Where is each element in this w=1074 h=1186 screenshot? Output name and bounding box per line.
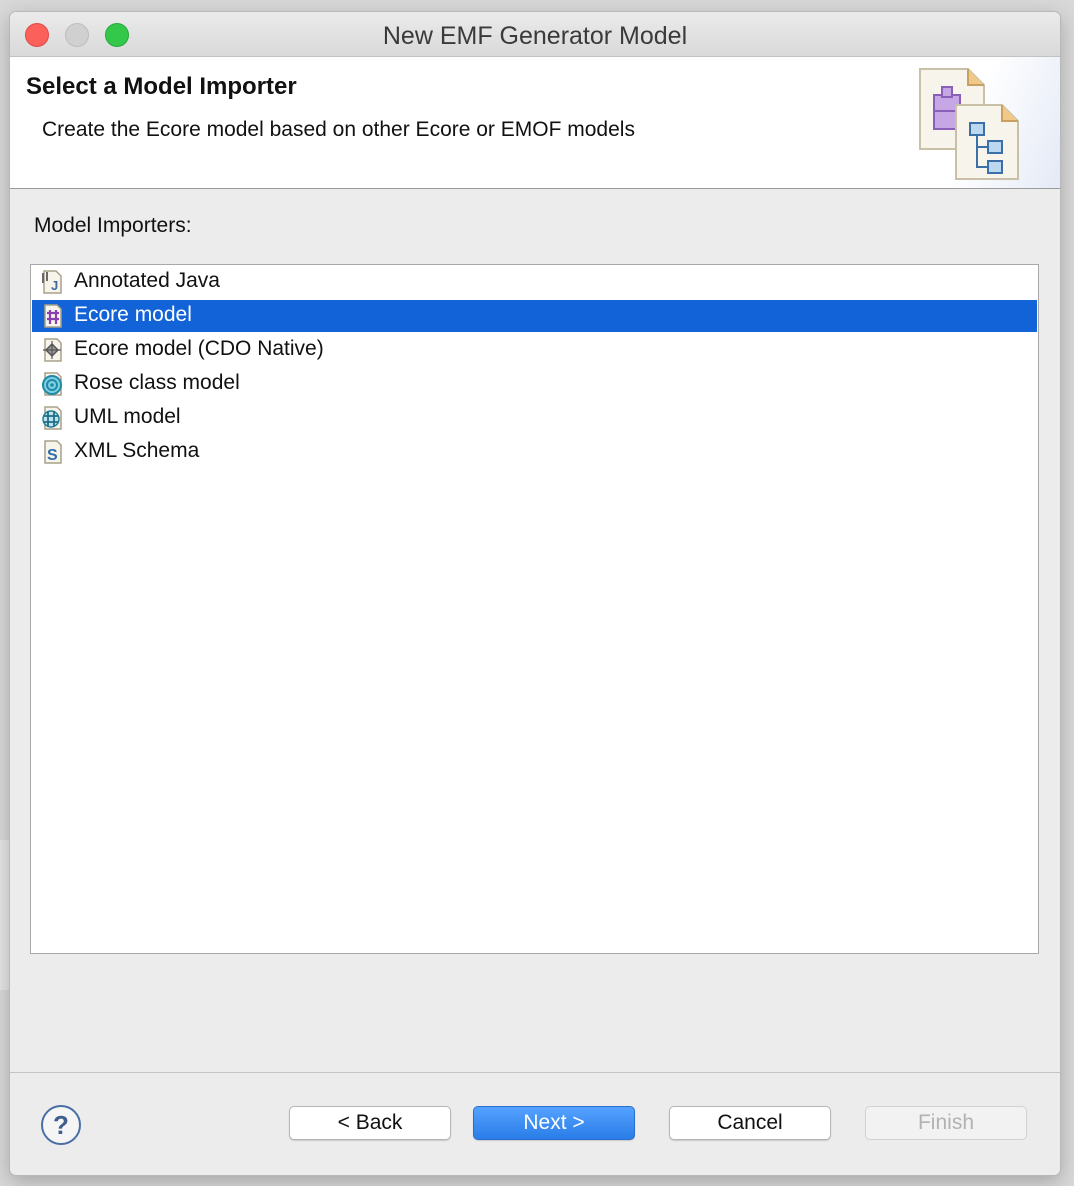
cancel-button[interactable]: Cancel — [669, 1106, 831, 1140]
model-importers-list[interactable]: J Annotated Java Ecore model Ecore model… — [30, 264, 1039, 954]
help-button[interactable]: ? — [41, 1105, 81, 1145]
list-item-rose-class-model[interactable]: Rose class model — [32, 368, 1037, 400]
list-item-label: Ecore model (CDO Native) — [74, 337, 324, 360]
model-importers-label: Model Importers: — [34, 214, 192, 237]
xml-schema-icon: S — [44, 440, 62, 464]
page-description: Create the Ecore model based on other Ec… — [42, 118, 635, 141]
finish-button[interactable]: Finish — [865, 1106, 1027, 1140]
list-item-label: Annotated Java — [74, 269, 220, 292]
banner-area — [900, 57, 1060, 188]
model-importer-wizard-icon — [919, 68, 1019, 180]
list-item-label: Rose class model — [74, 371, 240, 394]
ecore-model-icon — [44, 304, 62, 328]
java-file-icon: J — [42, 270, 62, 294]
list-item-label: XML Schema — [74, 439, 200, 462]
window-title: New EMF Generator Model — [382, 22, 688, 50]
wizard-header: Select a Model Importer Create the Ecore… — [10, 57, 1060, 189]
footer-divider — [10, 1072, 1060, 1073]
list-item-label: Ecore model — [74, 303, 192, 326]
list-item-uml-model[interactable]: UML model — [32, 402, 1037, 434]
uml-model-icon — [42, 406, 62, 430]
title-bar[interactable]: New EMF Generator Model — [10, 12, 1060, 57]
page-title: Select a Model Importer — [26, 73, 297, 100]
rose-model-icon — [42, 372, 62, 396]
next-button[interactable]: Next > — [473, 1106, 635, 1140]
list-item-label: UML model — [74, 405, 181, 428]
list-item-annotated-java[interactable]: J Annotated Java — [32, 266, 1037, 298]
list-item-xml-schema[interactable]: S XML Schema — [32, 436, 1037, 468]
list-item-ecore-model-cdo[interactable]: Ecore model (CDO Native) — [32, 334, 1037, 366]
svg-text:J: J — [51, 278, 58, 293]
dialog-window: New EMF Generator Model Select a Model I… — [10, 12, 1060, 1175]
list-item-ecore-model[interactable]: Ecore model — [32, 300, 1037, 332]
cdo-model-icon — [43, 338, 62, 362]
back-button[interactable]: < Back — [289, 1106, 451, 1140]
svg-text:S: S — [47, 447, 58, 464]
